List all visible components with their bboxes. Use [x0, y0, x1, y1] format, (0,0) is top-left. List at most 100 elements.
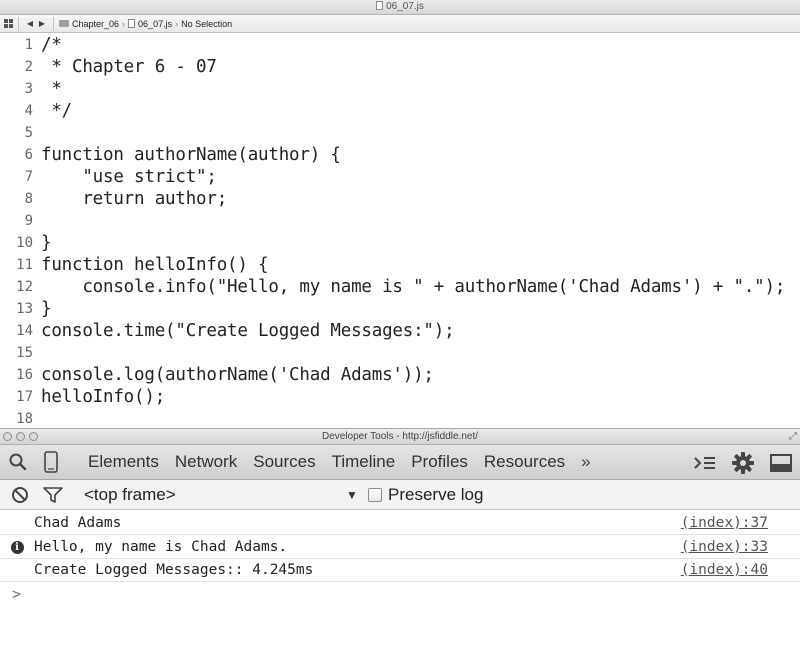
- line-number: 17: [16, 389, 33, 405]
- tab-elements[interactable]: Elements: [88, 452, 159, 472]
- filter-icon[interactable]: [40, 480, 66, 510]
- console-filter-bar: <top frame> ▼ Preserve log: [0, 480, 800, 510]
- code-text[interactable]: console.time("Create Logged Messages:");: [36, 321, 455, 341]
- tab-network[interactable]: Network: [175, 452, 237, 472]
- line-number: 4: [24, 103, 33, 119]
- code-line[interactable]: 17 helloInfo();: [0, 386, 800, 408]
- message-source-link[interactable]: (index):40: [668, 562, 800, 578]
- code-text[interactable]: function authorName(author) {: [36, 145, 341, 165]
- code-text[interactable]: }: [36, 299, 52, 319]
- frame-select[interactable]: <top frame>: [84, 485, 346, 505]
- info-icon: i: [10, 540, 24, 554]
- search-icon[interactable]: [0, 445, 36, 480]
- breadcrumb-folder[interactable]: Chapter_06: [59, 19, 119, 29]
- code-line[interactable]: 1/*: [0, 34, 800, 56]
- console-drawer-icon[interactable]: [686, 445, 724, 480]
- editor-titlebar: 06_07.js: [0, 0, 800, 15]
- code-line[interactable]: 5: [0, 122, 800, 144]
- code-line[interactable]: 7 "use strict";: [0, 166, 800, 188]
- message-source-link[interactable]: (index):33: [668, 539, 800, 555]
- line-number: 14: [16, 323, 33, 339]
- code-line[interactable]: 15: [0, 342, 800, 364]
- code-editor[interactable]: 1/* 2 * Chapter 6 - 07 3 * 4 */5 6 function a…: [0, 34, 800, 451]
- code-line[interactable]: 18: [0, 408, 800, 430]
- code-line[interactable]: 10}: [0, 232, 800, 254]
- line-number: 7: [24, 169, 33, 185]
- clear-console-icon[interactable]: [0, 480, 40, 510]
- tab-timeline[interactable]: Timeline: [332, 452, 396, 472]
- code-line[interactable]: 6 function authorName(author) {: [0, 144, 800, 166]
- line-number: 2: [24, 59, 33, 75]
- code-line[interactable]: 9: [0, 210, 800, 232]
- code-text[interactable]: }: [36, 233, 52, 253]
- code-text[interactable]: */: [36, 101, 72, 121]
- breadcrumb-selection[interactable]: No Selection: [181, 19, 232, 29]
- breadcrumb-file[interactable]: 06_07.js: [128, 19, 172, 29]
- code-text[interactable]: "use strict";: [36, 167, 217, 187]
- line-number: 6: [24, 147, 33, 163]
- console-prompt[interactable]: >: [12, 585, 21, 603]
- message-source-link[interactable]: (index):37: [668, 515, 800, 531]
- code-line[interactable]: 13}: [0, 298, 800, 320]
- message-text: Hello, my name is Chad Adams.: [34, 539, 288, 555]
- console-message: Create Logged Messages:: 4.245ms (index)…: [0, 559, 800, 582]
- code-text[interactable]: return author;: [36, 189, 227, 209]
- preserve-log-label[interactable]: Preserve log: [388, 485, 483, 505]
- code-line[interactable]: 14 console.time("Create Logged Messages:"…: [0, 320, 800, 342]
- code-line[interactable]: 2 * Chapter 6 - 07: [0, 56, 800, 78]
- tab-resources[interactable]: Resources: [484, 452, 565, 472]
- more-tabs-button[interactable]: »: [581, 452, 590, 472]
- breadcrumb-folder-label: Chapter_06: [72, 18, 120, 29]
- jump-bar: ◀ ▶ Chapter_06 › 06_07.js › No Selection: [0, 15, 800, 33]
- line-number: 10: [16, 235, 33, 251]
- code-line[interactable]: 3 *: [0, 78, 800, 100]
- back-arrow-icon[interactable]: ◀: [24, 19, 36, 28]
- device-mode-icon[interactable]: [36, 445, 66, 480]
- console-message: Chad Adams (index):37: [0, 512, 800, 535]
- code-line[interactable]: 12 console.info("Hello, my name is " + a…: [0, 276, 800, 298]
- forward-arrow-icon[interactable]: ▶: [36, 19, 48, 28]
- line-number: 9: [24, 213, 33, 229]
- tab-profiles[interactable]: Profiles: [411, 452, 468, 472]
- code-text[interactable]: /*: [36, 35, 62, 55]
- editor-title-text: 06_07.js: [386, 1, 424, 12]
- line-number: 15: [16, 345, 33, 361]
- folder-icon: [59, 20, 69, 27]
- gear-icon[interactable]: [724, 445, 762, 480]
- code-text[interactable]: *: [36, 79, 62, 99]
- message-text: Create Logged Messages:: 4.245ms: [34, 562, 314, 578]
- message-text: Chad Adams: [34, 515, 122, 531]
- file-icon: [376, 1, 384, 10]
- preserve-log-checkbox[interactable]: [368, 487, 382, 502]
- line-number: 8: [24, 191, 33, 207]
- devtools-titlebar: Developer Tools - http://jsfiddle.net/ ⤢: [0, 428, 800, 445]
- fullscreen-icon[interactable]: ⤢: [789, 431, 797, 442]
- line-number: 5: [24, 125, 33, 141]
- devtools-toolbar: Elements Network Sources Timeline Profil…: [0, 445, 800, 480]
- code-line[interactable]: 16 console.log(authorName('Chad Adams'));: [0, 364, 800, 386]
- code-text[interactable]: * Chapter 6 - 07: [36, 57, 217, 77]
- related-items-icon[interactable]: [4, 19, 13, 28]
- code-line[interactable]: 8 return author;: [0, 188, 800, 210]
- breadcrumb-chevron-icon: ›: [175, 18, 179, 29]
- code-line[interactable]: 11 function helloInfo() {: [0, 254, 800, 276]
- code-text[interactable]: function helloInfo() {: [36, 255, 269, 275]
- breadcrumb-file-label: 06_07.js: [138, 18, 173, 29]
- chevron-down-icon[interactable]: ▼: [346, 488, 368, 502]
- divider: [18, 16, 19, 31]
- code-line[interactable]: 4 */: [0, 100, 800, 122]
- breadcrumb-chevron-icon: ›: [122, 18, 126, 29]
- breadcrumb-selection-label: No Selection: [181, 18, 233, 29]
- line-number: 11: [16, 257, 33, 273]
- message-level-slot: i: [0, 540, 34, 554]
- devtools-title: Developer Tools - http://jsfiddle.net/: [321, 431, 478, 442]
- dock-icon[interactable]: [762, 445, 800, 480]
- toolbar-right-group: [686, 445, 800, 480]
- divider: [53, 16, 54, 31]
- line-number: 13: [16, 301, 33, 317]
- code-text[interactable]: console.info("Hello, my name is " + auth…: [36, 277, 785, 297]
- code-text[interactable]: helloInfo();: [36, 387, 165, 407]
- line-number: 3: [24, 81, 33, 97]
- code-text[interactable]: console.log(authorName('Chad Adams'));: [36, 365, 434, 385]
- tab-sources[interactable]: Sources: [253, 452, 315, 472]
